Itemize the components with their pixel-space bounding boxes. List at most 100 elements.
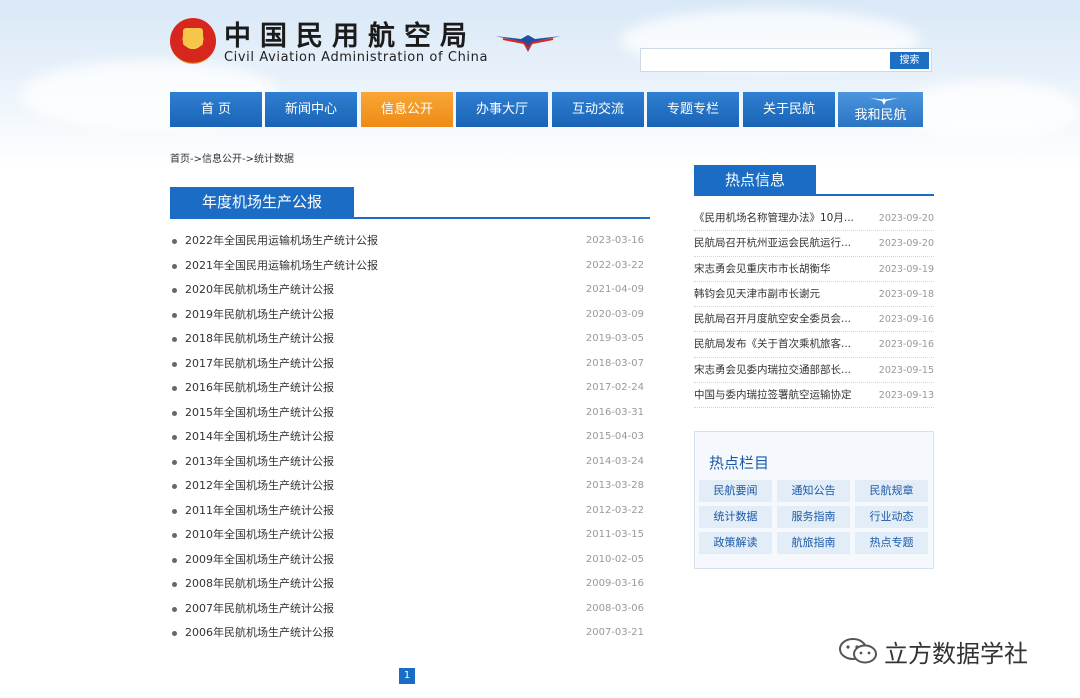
list-item-title[interactable]: 2010年全国机场生产统计公报	[185, 523, 334, 548]
list-item[interactable]: 2008年民航机场生产统计公报 2009-03-16	[170, 572, 650, 597]
nav-service-hall[interactable]: 办事大厅	[456, 92, 548, 127]
hot-info-item-title[interactable]: 《民用机场名称管理办法》10月...	[694, 206, 862, 231]
list-item[interactable]: 2010年全国机场生产统计公报 2011-03-15	[170, 523, 650, 548]
list-item-title[interactable]: 2020年民航机场生产统计公报	[185, 278, 334, 303]
hot-info-item-title[interactable]: 民航局发布《关于首次乘机旅客...	[694, 332, 862, 357]
site-title-cn[interactable]: 中国民用航空局	[224, 14, 476, 53]
list-item-title[interactable]: 2016年民航机场生产统计公报	[185, 376, 334, 401]
site-title-en: Civil Aviation Administration of China	[224, 50, 489, 65]
nav-home[interactable]: 首 页	[170, 92, 262, 127]
bullet-icon	[172, 557, 177, 563]
list-item-date: 2017-02-24	[585, 382, 644, 393]
nav-me-and-caac[interactable]: 我和民航	[838, 92, 923, 127]
column-link-civil-aviation-news[interactable]: 民航要闻	[699, 480, 772, 502]
column-link-policy-interpretation[interactable]: 政策解读	[699, 532, 772, 554]
hot-columns-title: 热点栏目	[709, 454, 770, 472]
section-divider	[170, 217, 650, 219]
column-link-regulations[interactable]: 民航规章	[855, 480, 928, 502]
hot-info-item-date: 2023-09-19	[878, 263, 934, 275]
section-title: 年度机场生产公报	[170, 187, 354, 218]
hot-info-item[interactable]: 民航局发布《关于首次乘机旅客... 2023-09-16	[694, 332, 934, 358]
list-item-date: 2021-04-09	[585, 284, 644, 295]
hot-info-item-title[interactable]: 韩钧会见天津市副市长谢元	[694, 282, 862, 307]
nav-me-and-caac-label: 我和民航	[854, 108, 907, 123]
list-item[interactable]: 2009年全国机场生产统计公报 2010-02-05	[170, 548, 650, 573]
column-link-statistics[interactable]: 统计数据	[699, 506, 772, 528]
list-item[interactable]: 2016年民航机场生产统计公报 2017-02-24	[170, 376, 650, 401]
list-item[interactable]: 2019年民航机场生产统计公报 2020-03-09	[170, 303, 650, 328]
column-link-industry-news[interactable]: 行业动态	[855, 506, 928, 528]
list-item-title[interactable]: 2013年全国机场生产统计公报	[185, 450, 334, 475]
list-item[interactable]: 2006年民航机场生产统计公报 2007-03-21	[170, 621, 650, 646]
list-item[interactable]: 2014年全国机场生产统计公报 2015-04-03	[170, 425, 650, 450]
nav-interaction[interactable]: 互动交流	[552, 92, 644, 127]
hot-info-item-title[interactable]: 民航局召开月度航空安全委员会...	[694, 307, 862, 332]
list-item-title[interactable]: 2018年民航机场生产统计公报	[185, 327, 334, 352]
list-item-title[interactable]: 2009年全国机场生产统计公报	[185, 548, 334, 573]
column-link-hot-topics[interactable]: 热点专题	[855, 532, 928, 554]
list-item-date: 2020-03-09	[585, 308, 644, 320]
list-item-title[interactable]: 2008年民航机场生产统计公报	[185, 572, 334, 597]
hot-columns-panel: 热点栏目 民航要闻 通知公告 民航规章 统计数据 服务指南 行业动态 政策解读 …	[694, 431, 934, 569]
search-input[interactable]	[640, 48, 932, 72]
list-item-title[interactable]: 2014年全国机场生产统计公报	[185, 425, 334, 450]
list-item-title[interactable]: 2017年民航机场生产统计公报	[185, 352, 334, 377]
nav-about[interactable]: 关于民航	[743, 92, 835, 127]
hot-info-item[interactable]: 宋志勇会见委内瑞拉交通部部长... 2023-09-15	[694, 358, 934, 384]
list-item-date: 2014-03-24	[585, 455, 644, 467]
hot-info-list: 《民用机场名称管理办法》10月... 2023-09-20 民航局召开杭州亚运会民…	[694, 206, 934, 409]
hot-info-item-title[interactable]: 宋志勇会见委内瑞拉交通部部长...	[694, 358, 862, 383]
watermark: 立方数据学社	[838, 632, 1053, 672]
list-item-date: 2011-03-15	[585, 529, 644, 540]
list-item-title[interactable]: 2022年全国民用运输机场生产统计公报	[185, 229, 378, 254]
nav-special-topics[interactable]: 专题专栏	[647, 92, 739, 127]
nav-news-center[interactable]: 新闻中心	[265, 92, 357, 127]
bullet-icon	[172, 435, 177, 440]
list-item-title[interactable]: 2011年全国机场生产统计公报	[185, 499, 334, 524]
nav-info-disclosure[interactable]: 信息公开	[361, 92, 453, 127]
list-item-date: 2018-03-07	[585, 357, 644, 369]
list-item[interactable]: 2017年民航机场生产统计公报 2018-03-07	[170, 352, 650, 377]
hot-info-item[interactable]: 宋志勇会见重庆市市长胡衡华 2023-09-19	[694, 257, 934, 282]
list-item[interactable]: 2015年全国机场生产统计公报 2016-03-31	[170, 401, 650, 426]
bullet-icon	[172, 239, 177, 244]
list-item-title[interactable]: 2006年民航机场生产统计公报	[185, 621, 334, 646]
column-link-notices[interactable]: 通知公告	[777, 480, 850, 502]
list-item-title[interactable]: 2012年全国机场生产统计公报	[185, 474, 334, 499]
list-item[interactable]: 2021年全国民用运输机场生产统计公报 2022-03-22	[170, 254, 650, 279]
hot-info-item[interactable]: 《民用机场名称管理办法》10月... 2023-09-20	[694, 206, 934, 232]
list-item[interactable]: 2007年民航机场生产统计公报 2008-03-06	[170, 597, 650, 622]
hot-info-item-title[interactable]: 中国与委内瑞拉签署航空运输协定	[694, 383, 862, 408]
list-item-date: 2016-03-31	[585, 406, 644, 418]
column-link-travel-guide[interactable]: 航旅指南	[777, 532, 850, 554]
hot-info-item-title[interactable]: 宋志勇会见重庆市市长胡衡华	[694, 257, 862, 282]
breadcrumb[interactable]: 首页->信息公开->统计数据	[170, 150, 294, 165]
hot-info-item-date: 2023-09-20	[878, 238, 934, 250]
list-item[interactable]: 2013年全国机场生产统计公报 2014-03-24	[170, 450, 650, 475]
list-item-title[interactable]: 2007年民航机场生产统计公报	[185, 597, 334, 622]
hot-info-item-title[interactable]: 民航局召开杭州亚运会民航运行...	[694, 231, 862, 256]
list-item[interactable]: 2022年全国民用运输机场生产统计公报 2023-03-16	[170, 229, 650, 254]
hot-info-item[interactable]: 民航局召开月度航空安全委员会... 2023-09-16	[694, 307, 934, 333]
column-link-service-guide[interactable]: 服务指南	[777, 506, 850, 528]
hot-info-item[interactable]: 民航局召开杭州亚运会民航运行... 2023-09-20	[694, 231, 934, 257]
hot-info-item-date: 2023-09-16	[878, 314, 934, 326]
list-item[interactable]: 2012年全国机场生产统计公报 2013-03-28	[170, 474, 650, 499]
list-item[interactable]: 2011年全国机场生产统计公报 2012-03-22	[170, 499, 650, 524]
search-button[interactable]: 搜索	[890, 52, 929, 69]
hot-info-item[interactable]: 韩钧会见天津市副市长谢元 2023-09-18	[694, 282, 934, 308]
bullet-icon	[172, 288, 177, 293]
list-item-title[interactable]: 2015年全国机场生产统计公报	[185, 401, 334, 426]
list-item[interactable]: 2018年民航机场生产统计公报 2019-03-05	[170, 327, 650, 352]
main-nav: 首 页 新闻中心 信息公开 办事大厅 互动交流 专题专栏 关于民航 我和民航	[170, 92, 923, 127]
list-item-title[interactable]: 2021年全国民用运输机场生产统计公报	[185, 254, 378, 279]
list-item-date: 2007-03-21	[585, 627, 644, 638]
list-item[interactable]: 2020年民航机场生产统计公报 2021-04-09	[170, 278, 650, 303]
hot-info-item[interactable]: 中国与委内瑞拉签署航空运输协定 2023-09-13	[694, 383, 934, 409]
pagination-page-1[interactable]: 1	[399, 668, 415, 684]
bullet-icon	[172, 263, 177, 269]
bullet-icon	[172, 606, 177, 612]
hot-info-title: 热点信息	[694, 165, 816, 195]
list-item-title[interactable]: 2019年民航机场生产统计公报	[185, 303, 334, 328]
list-item-date: 2012-03-22	[585, 504, 644, 516]
